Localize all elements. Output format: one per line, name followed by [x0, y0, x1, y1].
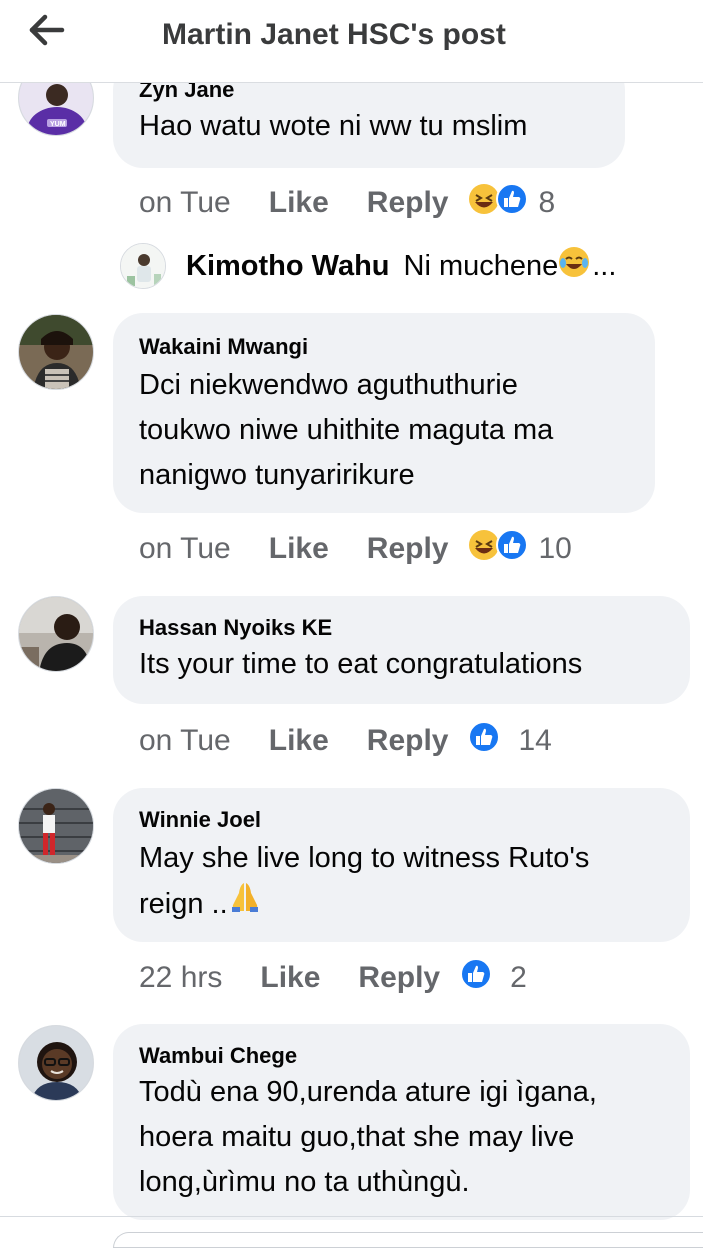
reaction-summary[interactable]: 2 [460, 958, 527, 998]
like-reaction-icon [496, 529, 529, 569]
like-reaction-icon [496, 183, 529, 223]
bottom-divider [0, 1216, 703, 1217]
comment-bubble[interactable]: Wakaini Mwangi Dci niekwendwo aguthuthur… [113, 313, 655, 513]
reply-ellipsis: ... [592, 249, 617, 282]
reply-button[interactable]: Reply [367, 186, 449, 220]
arrow-left-icon [28, 13, 66, 52]
comment-text: May she live long to witness Ruto's reig… [139, 836, 664, 927]
avatar[interactable] [18, 788, 94, 864]
avatar[interactable] [18, 1025, 94, 1101]
reaction-count: 10 [538, 532, 572, 565]
reaction-count: 8 [538, 186, 556, 219]
back-button[interactable] [22, 10, 72, 54]
post-header: Martin Janet HSC's post [0, 0, 703, 83]
comment-bubble[interactable]: Winnie Joel May she live long to witness… [113, 788, 690, 942]
reply-text: Ni muchene [403, 249, 559, 282]
reply-author[interactable]: Kimotho Wahu [186, 250, 390, 283]
reaction-summary[interactable]: 14 [468, 721, 552, 761]
reply-button[interactable]: Reply [367, 724, 449, 758]
comment-author[interactable]: Winnie Joel [139, 808, 664, 832]
reply-button[interactable]: Reply [367, 532, 449, 566]
comment-text-line: Dci niekwendwo aguthuthurie [139, 369, 518, 401]
comments-feed: YUM Zyn Jane Hao watu wote ni ww tu msli… [0, 0, 703, 1248]
svg-text:YUM: YUM [50, 121, 66, 128]
reply-button[interactable]: Reply [358, 961, 440, 995]
comment-text-line: Todù ena 90,urenda ature igi ìgana, [139, 1076, 597, 1108]
comment-text-line: toukwo niwe uhithite maguta ma [139, 414, 554, 446]
like-button[interactable]: Like [260, 961, 320, 995]
comment-time[interactable]: on Tue [139, 724, 231, 758]
like-button[interactable]: Like [269, 532, 329, 566]
comment-bubble[interactable]: Hassan Nyoiks KE Its your time to eat co… [113, 596, 690, 704]
like-reaction-icon [460, 958, 493, 998]
reaction-count: 14 [518, 724, 552, 757]
comment-input-edge[interactable] [113, 1232, 703, 1248]
comment-actions: on Tue Like Reply 14 [139, 721, 552, 761]
folded-hands-emoji-icon [230, 881, 260, 927]
comment-text-line-wrap: reign .. [139, 881, 664, 927]
comment-author[interactable]: Wambui Chege [139, 1044, 664, 1068]
comment-text-line: hoera maitu guo,that she may live [139, 1121, 575, 1153]
like-button[interactable]: Like [269, 186, 329, 220]
comment-text-line: nanigwo tunyaririkure [139, 459, 415, 491]
reaction-count: 2 [510, 961, 527, 994]
comment-text: Dci niekwendwo aguthuthurie toukwo niwe … [139, 363, 629, 498]
avatar[interactable] [120, 243, 166, 289]
comment-actions: 22 hrs Like Reply 2 [139, 958, 527, 998]
like-button[interactable]: Like [269, 724, 329, 758]
comment-author[interactable]: Hassan Nyoiks KE [139, 616, 664, 640]
comment-text: Todù ena 90,urenda ature igi ìgana, hoer… [139, 1070, 664, 1205]
comment-actions: on Tue Like Reply 10 [139, 529, 572, 569]
avatar[interactable] [18, 314, 94, 390]
page-title: Martin Janet HSC's post [162, 18, 506, 51]
comment-time[interactable]: 22 hrs [139, 961, 222, 995]
reply-preview[interactable]: Kimotho Wahu Ni muchene ... [120, 240, 616, 292]
comment-text-line: May she live long to witness Ruto's [139, 842, 590, 874]
avatar[interactable] [18, 596, 94, 672]
tears-of-joy-emoji-icon [558, 246, 590, 286]
comment-text: Hao watu wote ni ww tu mslim [139, 110, 528, 142]
comment-text: Its your time to eat congratulations [139, 648, 583, 680]
comment-bubble[interactable]: Wambui Chege Todù ena 90,urenda ature ig… [113, 1024, 690, 1220]
comment-text-line: reign .. [139, 887, 228, 920]
comment-text-line: long,ùrìmu no ta uthùngù. [139, 1166, 470, 1198]
comment-author[interactable]: Wakaini Mwangi [139, 335, 629, 359]
comment-time[interactable]: on Tue [139, 532, 231, 566]
comment-actions: on Tue Like Reply 8 [139, 183, 555, 223]
reaction-summary[interactable]: 10 [468, 529, 572, 569]
comment-time[interactable]: on Tue [139, 186, 231, 220]
like-reaction-icon [468, 721, 501, 761]
reaction-summary[interactable]: 8 [468, 183, 555, 223]
